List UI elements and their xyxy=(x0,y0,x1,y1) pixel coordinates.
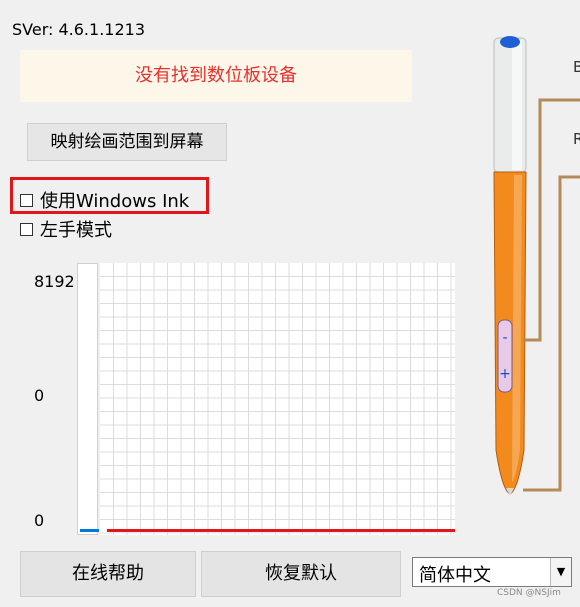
y-label-max: 8192 xyxy=(34,272,75,291)
language-value: 简体中文 xyxy=(419,565,491,586)
windows-ink-checkbox[interactable] xyxy=(20,193,33,207)
pen-minus-icon: - xyxy=(502,330,507,346)
left-hand-checkbox[interactable] xyxy=(20,222,33,236)
pressure-curve-line xyxy=(107,529,455,532)
pen-plus-icon: + xyxy=(499,366,511,382)
status-message: 没有找到数位板设备 xyxy=(135,65,297,86)
pen-callout-lines xyxy=(523,98,580,492)
watermark-text: CSDN @NSJim xyxy=(497,588,561,598)
restore-defaults-button[interactable]: 恢复默认 xyxy=(201,551,401,597)
map-to-screen-button[interactable]: 映射绘画范围到屏幕 xyxy=(27,123,227,161)
version-label: SVer: 4.6.1.1213 xyxy=(12,20,145,39)
chevron-down-icon[interactable]: ▼ xyxy=(550,558,571,586)
online-help-button[interactable]: 在线帮助 xyxy=(20,551,196,597)
left-hand-option[interactable]: 左手模式 xyxy=(20,216,112,242)
pressure-bar xyxy=(77,263,99,535)
pressure-grid xyxy=(100,263,455,535)
language-select[interactable]: 简体中文 ▼ xyxy=(412,557,572,587)
windows-ink-option[interactable]: 使用Windows Ink xyxy=(20,187,189,213)
pen-eraser-tip xyxy=(500,36,520,48)
pressure-graph xyxy=(77,263,455,535)
pressure-bar-fill xyxy=(80,529,99,532)
left-hand-label: 左手模式 xyxy=(40,220,112,241)
status-banner: 没有找到数位板设备 xyxy=(20,50,412,102)
y-label-mid: 0 xyxy=(34,386,45,405)
windows-ink-label: 使用Windows Ink xyxy=(40,191,190,212)
pen-callout-label-1: B xyxy=(573,58,580,76)
pen-callout-label-2: R xyxy=(573,130,580,148)
y-label-min: 0 xyxy=(34,511,45,530)
